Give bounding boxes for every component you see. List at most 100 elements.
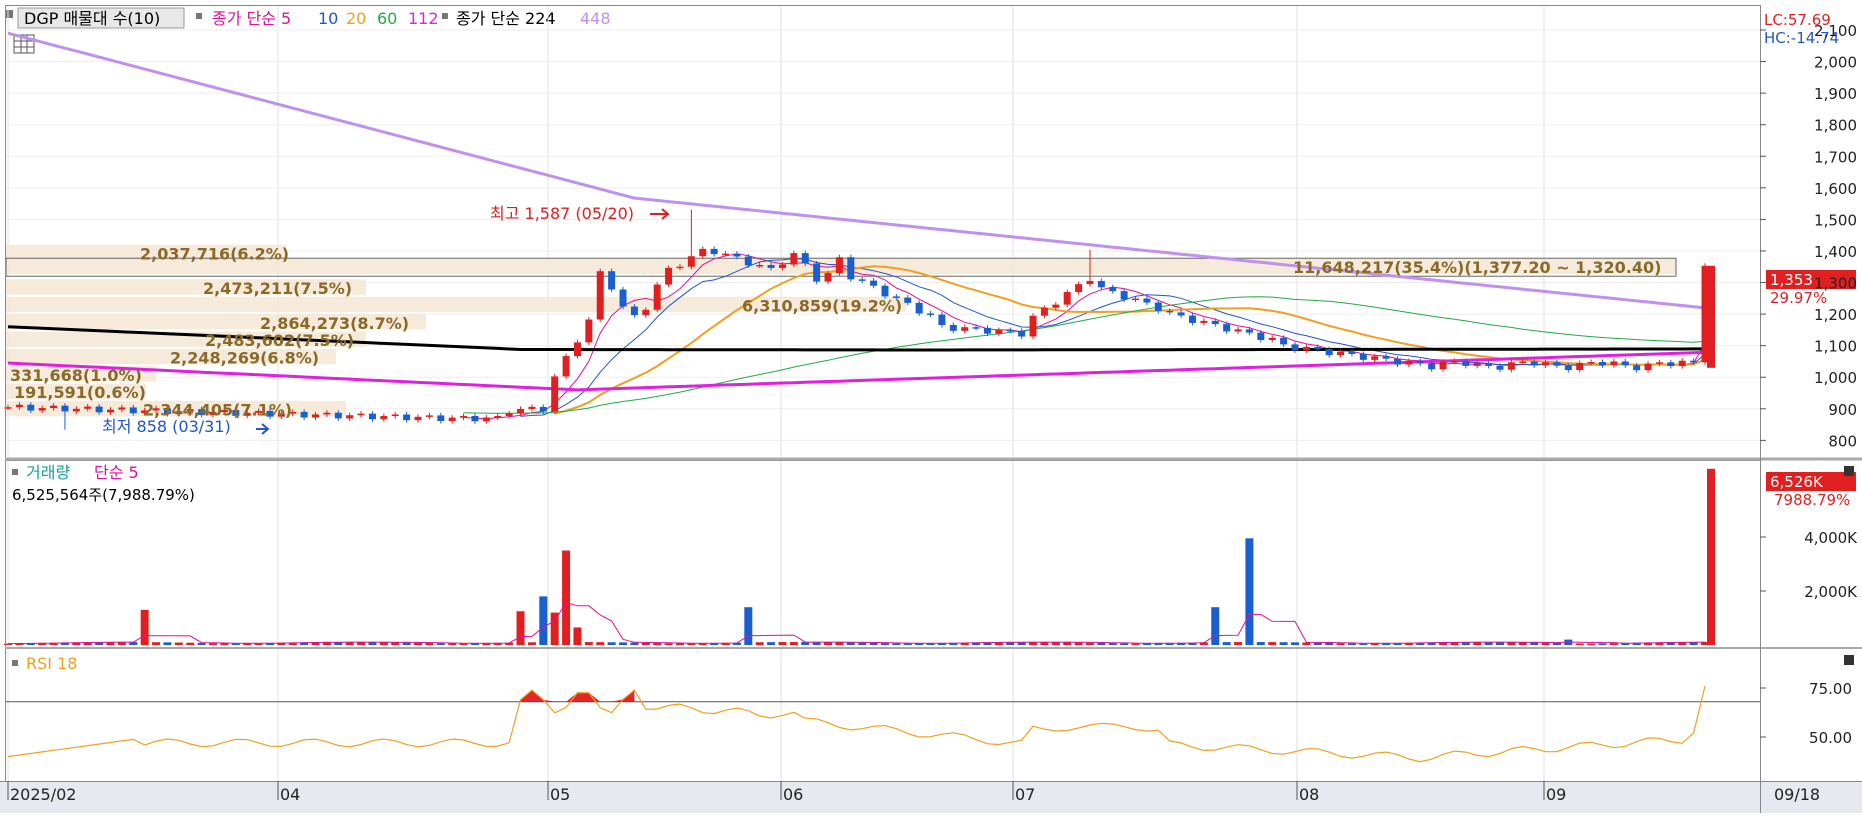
volume-profile-label: 2,037,716(6.2%): [140, 244, 289, 263]
volume-bar: [1234, 642, 1243, 645]
candle-body: [448, 417, 456, 422]
candle-body: [1188, 315, 1196, 323]
legend-ma112: 112: [408, 9, 439, 28]
candle-body: [1109, 287, 1117, 292]
candle-body: [653, 284, 661, 310]
volume-bar: [197, 642, 206, 645]
candle-body: [1200, 320, 1208, 323]
candle-body: [1245, 329, 1253, 333]
volume-bar: [789, 642, 798, 645]
candle-body: [460, 415, 468, 418]
candle-body: [608, 271, 616, 290]
candle-body: [1029, 315, 1037, 337]
candle-body: [847, 257, 855, 280]
price-tick-label: 1,200: [1814, 306, 1857, 324]
candle-body: [471, 415, 479, 422]
price-tick-label: 800: [1828, 432, 1857, 450]
candle-body: [1291, 344, 1299, 351]
volume-profile-label: 191,591(0.6%): [14, 383, 146, 402]
candle-body: [619, 289, 627, 307]
volume-bar: [1268, 642, 1277, 645]
volume-bar: [516, 611, 525, 645]
volume-bar: [1097, 642, 1106, 645]
stock-chart[interactable]: DGP 매물대 수(10) 종가 단순 5 10 20 60 112 종가 단순…: [0, 0, 1862, 813]
volume-bar: [744, 607, 753, 645]
volume-bar: [1085, 642, 1094, 645]
candle-body: [676, 266, 684, 269]
close-volume-panel-icon[interactable]: [1844, 466, 1854, 476]
x-axis-label: 08: [1299, 785, 1319, 804]
x-axis-label: 06: [783, 785, 803, 804]
candle-body: [1314, 346, 1322, 350]
candle-body: [27, 404, 35, 411]
candle-body: [972, 327, 980, 329]
volume-bar: [1552, 642, 1561, 645]
x-axis-right-label: 09/18: [1774, 785, 1820, 804]
volume-bar: [140, 609, 149, 645]
candle-body: [585, 319, 593, 343]
volume-bar: [1063, 642, 1072, 645]
candle-body: [1587, 362, 1595, 364]
candle-body: [904, 297, 912, 303]
volume-bar: [174, 642, 183, 645]
price-tick-label: 1,000: [1814, 369, 1857, 387]
candle-body: [949, 324, 957, 331]
candle-body: [870, 280, 878, 286]
volume-bar: [607, 642, 616, 645]
x-axis-label: 09: [1546, 785, 1566, 804]
volume-profile-label: 2,248,269(6.8%): [170, 349, 319, 368]
volume-bar: [641, 642, 650, 645]
candle-body: [1633, 365, 1641, 371]
volume-tick-label: 2,000K: [1804, 583, 1858, 601]
volume-profile-label: 6,310,859(19.2%): [742, 296, 902, 315]
last-candle: [1707, 265, 1715, 368]
volume-bar: [562, 550, 571, 645]
volume-bar: [152, 642, 161, 645]
volume-bar: [1325, 642, 1334, 645]
legend-marker: [196, 13, 202, 19]
candle-body: [1280, 337, 1288, 345]
volume-bar: [1302, 642, 1311, 645]
candle-body: [596, 271, 604, 320]
volume-bar: [231, 643, 240, 645]
volume-bar: [835, 642, 844, 645]
close-rsi-panel-icon[interactable]: [1844, 655, 1854, 665]
candle-body: [756, 264, 764, 267]
candle-body: [357, 413, 365, 416]
candle-body: [368, 413, 376, 420]
volume-bar: [1347, 643, 1356, 645]
candle-body: [528, 406, 536, 409]
candle-body: [744, 256, 752, 266]
volume-legend: 거래량: [26, 463, 70, 482]
candle-body: [1223, 324, 1231, 332]
candle-body: [1166, 310, 1174, 313]
legend-title: DGP 매물대 수(10): [24, 9, 160, 28]
candle-body: [1576, 362, 1584, 371]
volume-bar: [391, 642, 400, 645]
volume-bar: [220, 643, 229, 645]
candle-body: [1450, 361, 1458, 363]
candle-body: [107, 409, 115, 413]
candle-body: [1610, 361, 1618, 366]
candle-body: [84, 406, 92, 409]
candle-body: [1655, 362, 1663, 364]
price-tick-label: 1,100: [1814, 338, 1857, 356]
volume-bar: [1507, 642, 1516, 645]
candle-body: [1428, 363, 1436, 370]
candle-body: [15, 404, 23, 408]
volume-bar: [209, 643, 218, 645]
candle-body: [38, 408, 46, 411]
legend-marker: [12, 660, 18, 666]
volume-bar: [675, 643, 684, 645]
candle-body: [95, 406, 103, 413]
volume-bar: [1530, 642, 1539, 645]
volume-bar: [402, 642, 411, 645]
volume-ma-legend: 단순 5: [94, 463, 139, 482]
volume-profile-label: 2,483,602(7.5%): [205, 331, 354, 350]
chart-canvas[interactable]: DGP 매물대 수(10) 종가 단순 5 10 20 60 112 종가 단순…: [0, 0, 1862, 813]
volume-bar: [619, 642, 628, 645]
candle-body: [1132, 298, 1140, 301]
candle-body: [1667, 362, 1675, 367]
candle-body: [710, 248, 718, 255]
volume-bar: [436, 643, 445, 645]
